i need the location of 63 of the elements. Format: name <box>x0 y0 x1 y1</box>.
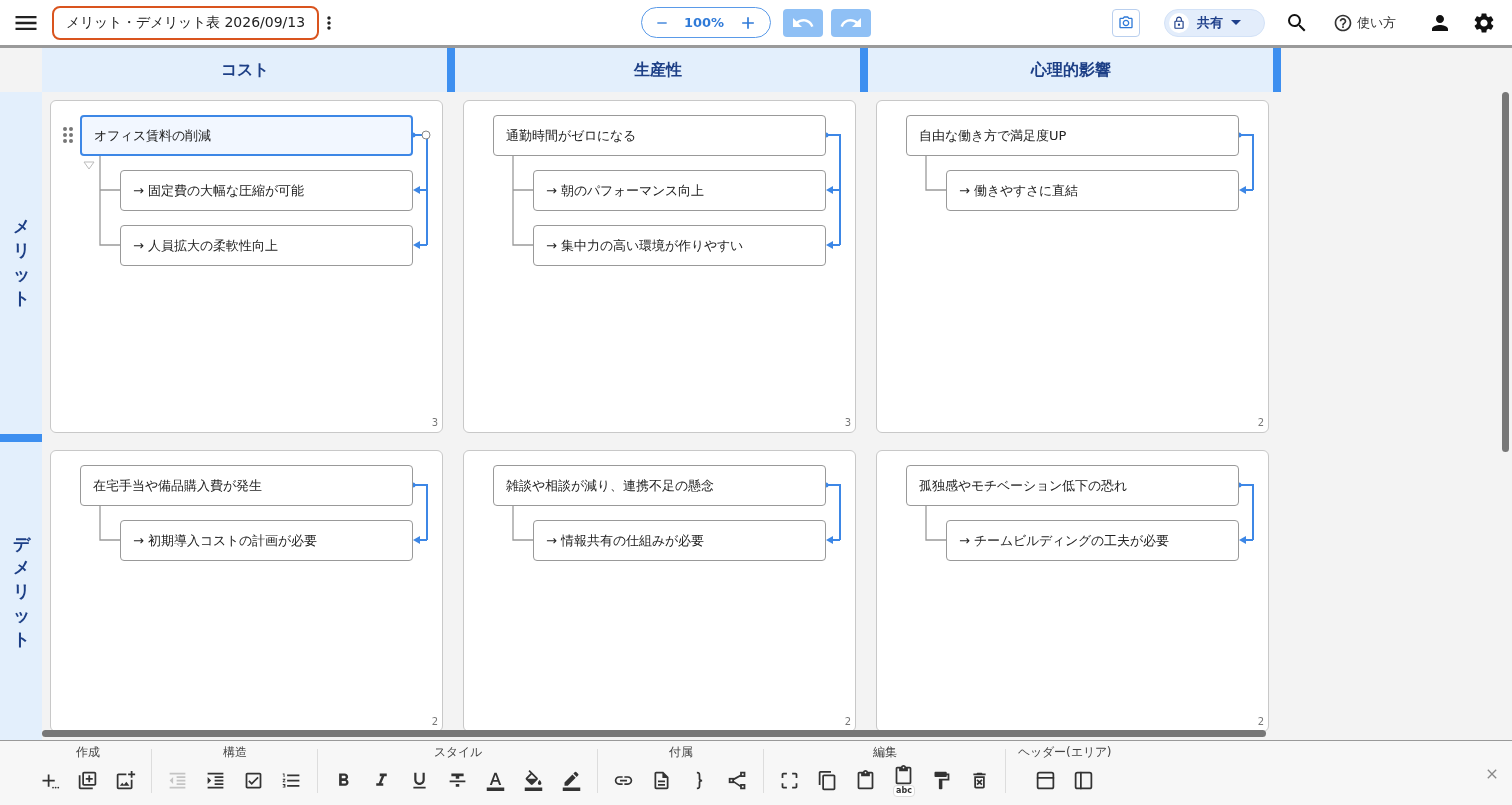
share-button[interactable]: 共有 <box>1164 8 1265 37</box>
camera-button[interactable] <box>1112 8 1140 37</box>
node[interactable]: → 固定費の大幅な圧縮が可能 <box>120 170 413 211</box>
node-count: 2 <box>431 715 438 729</box>
connector-arrow <box>410 482 428 544</box>
help-button[interactable]: 使い方 <box>1333 12 1396 33</box>
help-icon <box>1333 12 1353 33</box>
pencil-icon <box>561 769 582 791</box>
text-badge: abc <box>893 785 915 797</box>
lock-icon <box>1172 15 1186 30</box>
horizontal-scrollbar[interactable] <box>42 730 1266 737</box>
tree-line <box>512 505 534 541</box>
node[interactable]: → 情報共有の仕組みが必要 <box>533 520 826 561</box>
node[interactable]: 在宅手当や備品購入費が発生 <box>80 465 413 506</box>
fill-bucket-icon <box>523 769 544 791</box>
add-image-icon <box>115 769 136 791</box>
group-label: 編集 <box>872 745 897 759</box>
clipboard-icon <box>893 764 914 786</box>
node-count: 3 <box>431 416 438 430</box>
settings-icon[interactable] <box>1472 10 1496 35</box>
node[interactable]: → 人員拡大の柔軟性向上 <box>120 225 413 266</box>
panel-top-icon <box>1035 769 1057 791</box>
node[interactable]: → 働きやすさに直結 <box>946 170 1239 211</box>
connector-arrow <box>1236 132 1254 194</box>
vertical-scrollbar[interactable] <box>1502 92 1509 452</box>
node-count: 2 <box>1257 715 1264 729</box>
tree-line <box>925 155 947 191</box>
column-header[interactable]: コスト <box>42 48 455 92</box>
clipboard-icon <box>855 769 876 791</box>
node-count: 3 <box>844 416 851 430</box>
node-count: 2 <box>1257 416 1264 430</box>
group-label: 構造 <box>222 745 247 759</box>
node[interactable]: 孤独感やモチベーション低下の恐れ <box>906 465 1239 506</box>
document-title[interactable]: メリット・デメリット表 2026/09/13 <box>52 5 320 40</box>
column-header[interactable]: 心理的影響 <box>868 48 1281 92</box>
connector-arrow <box>823 482 841 544</box>
group-label: ヘッダー(エリア) <box>1018 745 1112 759</box>
node[interactable]: → 初期導入コストの計画が必要 <box>120 520 413 561</box>
duplicate-icon <box>77 769 98 791</box>
node[interactable]: 通勤時間がゼロになる <box>493 115 826 156</box>
panel-left-icon <box>1073 769 1095 791</box>
row-header[interactable]: メリット <box>12 215 30 311</box>
zoom-level: 100% <box>683 13 725 32</box>
camera-icon <box>1118 14 1134 31</box>
tree-icon <box>727 769 748 791</box>
caret-icon <box>1231 20 1241 25</box>
group-label: 付属 <box>668 745 693 759</box>
node[interactable]: → 集中力の高い環境が作りやすい <box>533 225 826 266</box>
node[interactable]: 雑談や相談が減り、連携不足の懸念 <box>493 465 826 506</box>
group-label: 作成 <box>75 745 100 759</box>
tree-line <box>925 505 947 541</box>
node[interactable]: → チームビルディングの工夫が必要 <box>946 520 1239 561</box>
node[interactable]: オフィス賃料の削減 <box>80 115 413 156</box>
connector-arrow <box>1236 482 1254 544</box>
node[interactable]: → 朝のパフォーマンス向上 <box>533 170 826 211</box>
tree-line <box>99 505 121 541</box>
node-count: 2 <box>844 715 851 729</box>
row-header[interactable]: デメリット <box>12 532 30 652</box>
document-icon <box>651 769 672 791</box>
node[interactable]: 自由な働き方で満足度UP <box>906 115 1239 156</box>
copy-icon <box>817 769 838 791</box>
group-label: スタイル <box>433 745 482 759</box>
column-header[interactable]: 生産性 <box>455 48 868 92</box>
